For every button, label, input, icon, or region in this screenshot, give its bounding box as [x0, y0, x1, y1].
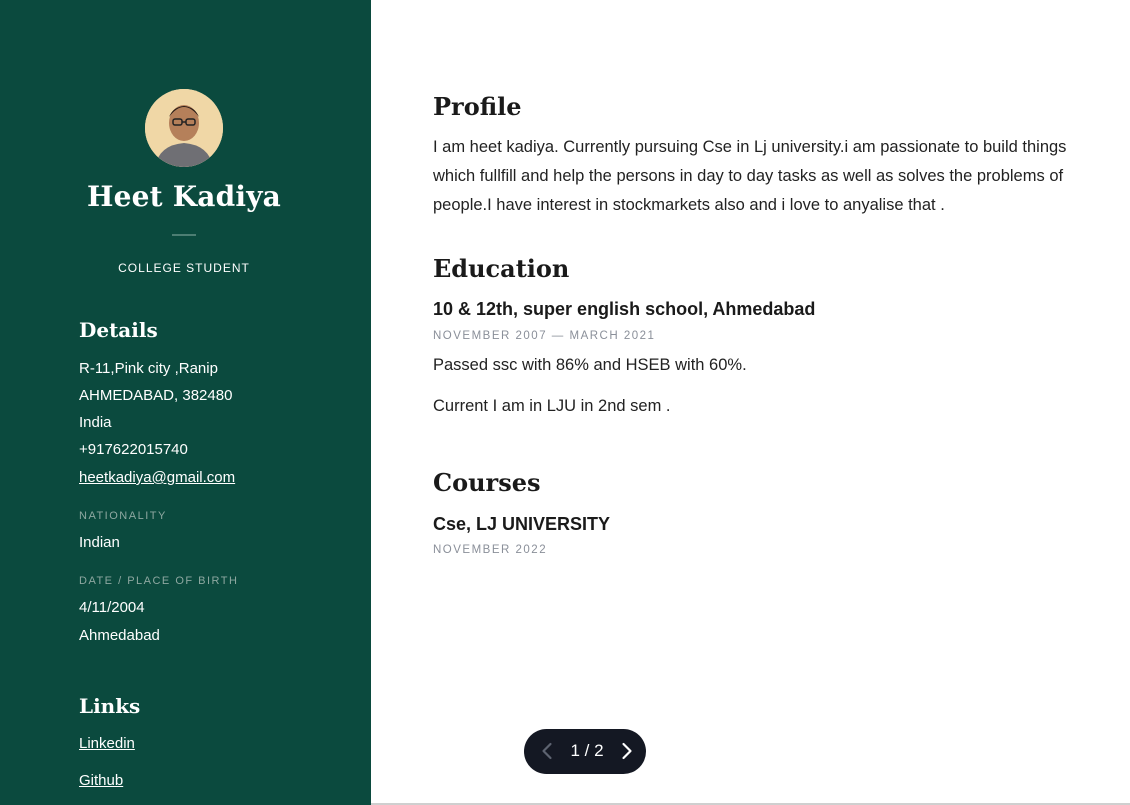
nationality-value: Indian	[79, 534, 120, 551]
email-link[interactable]: heetkadiya@gmail.com	[79, 469, 235, 486]
birth-label: DATE / PLACE OF BIRTH	[79, 575, 239, 587]
course-title: Cse, LJ UNIVERSITY	[433, 514, 611, 534]
avatar	[145, 89, 223, 167]
address-line-1: R-11,Pink city ,Ranip	[79, 360, 218, 377]
page-count: 1 / 2	[570, 741, 604, 760]
chevron-left-icon[interactable]	[538, 741, 558, 761]
profile-heading: Profile	[433, 92, 522, 121]
job-title: COLLEGE STUDENT	[118, 261, 250, 275]
country: India	[79, 414, 112, 431]
linkedin-link[interactable]: Linkedin	[79, 735, 135, 752]
course-date: NOVEMBER 2022	[433, 544, 548, 556]
education-heading: Education	[433, 254, 570, 283]
education-detail-2: Current I am in LJU in 2nd sem .	[433, 397, 671, 415]
chevron-right-icon[interactable]	[616, 741, 636, 761]
education-detail-1: Passed ssc with 86% and HSEB with 60%.	[433, 356, 747, 374]
resume-name: Heet Kadiya	[86, 180, 282, 213]
main-content: Profile I am heet kadiya. Currently purs…	[371, 0, 1130, 805]
phone-number: +917622015740	[79, 441, 188, 458]
courses-heading: Courses	[433, 468, 541, 497]
details-heading: Details	[79, 318, 158, 342]
education-date: NOVEMBER 2007 — MARCH 2021	[433, 330, 656, 342]
sidebar: Heet Kadiya COLLEGE STUDENT Details R-11…	[0, 0, 371, 805]
nationality-label: NATIONALITY	[79, 510, 167, 522]
birth-place: Ahmedabad	[79, 627, 160, 644]
page-navigator: 1 / 2	[524, 729, 646, 774]
birth-date: 4/11/2004	[79, 599, 145, 616]
education-entry-title: 10 & 12th, super english school, Ahmedab…	[433, 299, 816, 319]
profile-text: I am heet kadiya. Currently pursuing Cse…	[433, 138, 1067, 214]
links-heading: Links	[79, 694, 141, 718]
github-link[interactable]: Github	[79, 772, 123, 789]
address-line-2: AHMEDABAD, 382480	[79, 387, 233, 404]
name-divider	[172, 234, 196, 236]
